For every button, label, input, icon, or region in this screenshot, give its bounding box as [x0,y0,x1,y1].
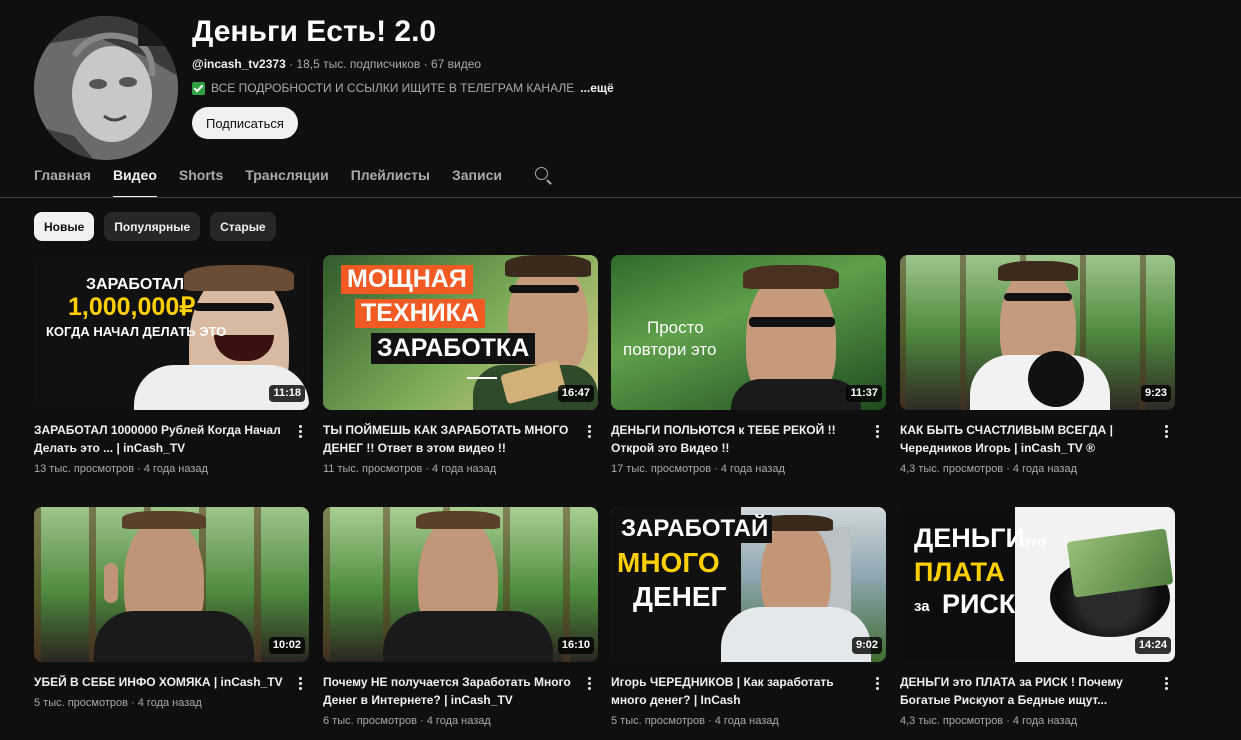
video-meta: 5 тыс. просмотров · 4 года назад [611,715,779,727]
more-link[interactable]: ...ещё [580,80,613,96]
video-duration: 10:02 [268,637,305,654]
video-title[interactable]: ДЕНЬГИ это ПЛАТА за РИСК ! Почему Богаты… [900,673,1152,709]
thumbnail-text: МОЩНАЯ [341,265,473,294]
video-title[interactable]: ДЕНЬГИ ПОЛЬЮТСЯ к ТЕБЕ РЕКОЙ !! Открой э… [611,421,863,457]
video-meta: 6 тыс. просмотров · 4 года назад [323,715,491,727]
video-duration: 11:37 [846,385,882,402]
channel-tabs: Главная Видео Shorts Трансляции Плейлист… [34,160,554,198]
thumbnail-text: МНОГО [617,547,720,578]
chip-oldest[interactable]: Старые [210,212,276,241]
video-thumbnail[interactable]: Просто повтори это 11:37 [611,255,886,410]
thumbnail-text: ЗАРАБОТАЙ [617,515,773,543]
thumbnail-text: за [914,598,930,615]
more-actions-icon[interactable] [295,675,305,691]
video-title[interactable]: Игорь ЧЕРЕДНИКОВ | Как заработать много … [611,673,863,709]
channel-handle[interactable]: @incash_tv2373 [192,57,286,71]
thumbnail-text: ЗАРАБОТКА [371,333,536,364]
tab-live[interactable]: Трансляции [245,160,328,198]
video-card[interactable]: ЗАРАБОТАЛ 1,000,000₽ КОГДА НАЧАЛ ДЕЛАТЬ … [34,255,309,477]
more-actions-icon[interactable] [1161,423,1171,439]
video-meta: 17 тыс. просмотров · 4 года назад [611,463,785,475]
video-meta: 13 тыс. просмотров · 4 года назад [34,463,208,475]
video-duration: 16:10 [557,637,594,654]
video-card[interactable]: ДЕНЬГИ это ПЛАТА за РИСК 14:24 ДЕНЬГИ эт… [900,507,1175,729]
avatar-image [34,16,178,160]
thumbnail-text: ДЕНЬГИ [914,523,1025,553]
video-title[interactable]: ЗАРАБОТАЛ 1000000 Рублей Когда Начал Дел… [34,421,286,457]
tab-posts[interactable]: Записи [452,160,502,198]
tabs-divider [0,197,1241,198]
sort-chips: Новые Популярные Старые [34,212,276,241]
channel-meta: @incash_tv2373 · 18,5 тыс. подписчиков ·… [192,56,614,72]
search-icon[interactable] [534,166,554,186]
channel-avatar[interactable] [34,16,178,160]
video-thumbnail[interactable]: 9:23 [900,255,1175,410]
thumbnail-text: ПЛАТА [914,557,1005,587]
thumbnail-text: РИСК [942,589,1016,619]
video-card[interactable]: 16:10 Почему НЕ получается Заработать Мн… [323,507,598,729]
video-meta: 4,3 тыс. просмотров · 4 года назад [900,463,1077,475]
video-thumbnail[interactable]: МОЩНАЯ ТЕХНИКА ЗАРАБОТКА 16:47 [323,255,598,410]
channel-header: Деньги Есть! 2.0 @incash_tv2373 · 18,5 т… [34,8,1214,160]
thumbnail-text: ДЕНЕГ [633,581,727,612]
check-mark-icon [192,81,205,95]
thumbnail-text: ЗАРАБОТАЛ [86,276,185,293]
video-card[interactable]: 10:02 УБЕЙ В СЕБЕ ИНФО ХОМЯКА | inCash_T… [34,507,309,711]
video-thumbnail[interactable]: ДЕНЬГИ это ПЛАТА за РИСК 14:24 [900,507,1175,662]
channel-description[interactable]: ВСЕ ПОДРОБНОСТИ И ССЫЛКИ ИЩИТЕ В ТЕЛЕГРА… [192,80,614,96]
more-actions-icon[interactable] [295,423,305,439]
chip-popular[interactable]: Популярные [104,212,201,241]
channel-title: Деньги Есть! 2.0 [192,15,437,48]
video-thumbnail[interactable]: ЗАРАБОТАЙ МНОГО ДЕНЕГ 9:02 [611,507,886,662]
tab-playlists[interactable]: Плейлисты [351,160,430,198]
video-duration: 9:02 [851,637,882,654]
thumbnail-text: ТЕХНИКА [355,299,485,328]
thumbnail-text: повтори это [623,340,717,359]
video-card[interactable]: Просто повтори это 11:37 ДЕНЬГИ ПОЛЬЮТСЯ… [611,255,886,477]
video-duration: 16:47 [557,385,594,402]
video-title[interactable]: Почему НЕ получается Заработать Много Де… [323,673,575,709]
more-actions-icon[interactable] [1161,675,1171,691]
more-actions-icon[interactable] [584,675,594,691]
video-meta: 5 тыс. просмотров · 4 года назад [34,697,202,709]
video-meta: 11 тыс. просмотров · 4 года назад [323,463,497,475]
thumbnail-text: Просто [647,318,704,337]
video-duration: 11:18 [269,385,305,402]
subscribe-button[interactable]: Подписаться [192,107,298,139]
video-meta: 4,3 тыс. просмотров · 4 года назад [900,715,1077,727]
thumbnail-text: КОГДА НАЧАЛ ДЕЛАТЬ ЭТО [46,324,227,339]
video-card[interactable]: 9:23 КАК БЫТЬ СЧАСТЛИВЫМ ВСЕГДА | Чередн… [900,255,1175,477]
tab-videos[interactable]: Видео [112,160,157,198]
video-title[interactable]: УБЕЙ В СЕБЕ ИНФО ХОМЯКА | inCash_TV [34,673,286,691]
video-title[interactable]: ТЫ ПОЙМЕШЬ КАК ЗАРАБОТАТЬ МНОГО ДЕНЕГ !!… [323,421,575,457]
chip-newest[interactable]: Новые [34,212,95,241]
video-thumbnail[interactable]: 10:02 [34,507,309,662]
channel-info: Деньги Есть! 2.0 @incash_tv2373 · 18,5 т… [192,8,614,139]
tab-home[interactable]: Главная [34,160,91,198]
video-card[interactable]: ЗАРАБОТАЙ МНОГО ДЕНЕГ 9:02 Игорь ЧЕРЕДНИ… [611,507,886,729]
video-duration: 14:24 [1134,637,1171,654]
more-actions-icon[interactable] [872,675,882,691]
more-actions-icon[interactable] [872,423,882,439]
video-card[interactable]: МОЩНАЯ ТЕХНИКА ЗАРАБОТКА 16:47 ТЫ ПОЙМЕШ… [323,255,598,477]
video-thumbnail[interactable]: 16:10 [323,507,598,662]
video-thumbnail[interactable]: ЗАРАБОТАЛ 1,000,000₽ КОГДА НАЧАЛ ДЕЛАТЬ … [34,255,309,410]
tab-shorts[interactable]: Shorts [179,160,223,198]
video-title[interactable]: КАК БЫТЬ СЧАСТЛИВЫМ ВСЕГДА | Чередников … [900,421,1152,457]
description-text: ВСЕ ПОДРОБНОСТИ И ССЫЛКИ ИЩИТЕ В ТЕЛЕГРА… [211,81,575,95]
video-duration: 9:23 [1140,385,1171,402]
channel-stats: · 18,5 тыс. подписчиков · 67 видео [285,57,482,71]
thumbnail-text: это [1022,534,1047,551]
more-actions-icon[interactable] [584,423,594,439]
thumbnail-text: 1,000,000₽ [68,293,196,321]
